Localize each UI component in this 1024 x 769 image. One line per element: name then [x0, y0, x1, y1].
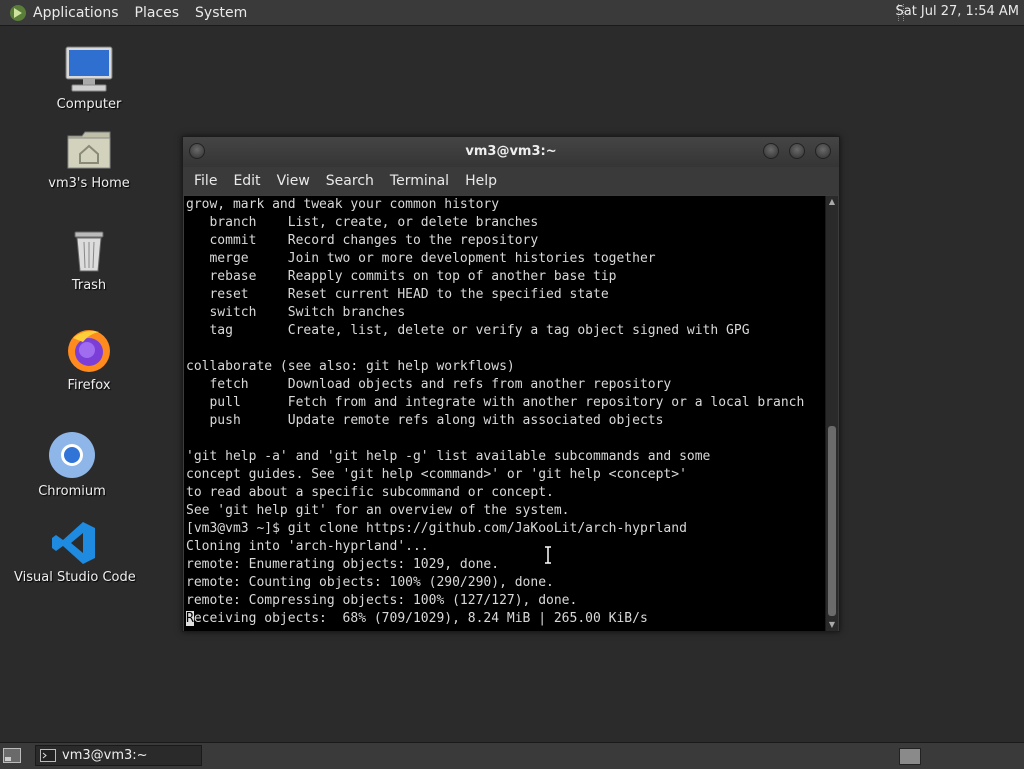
menu-terminal[interactable]: Terminal — [390, 173, 449, 189]
terminal-line: branch List, create, or delete branches — [186, 215, 539, 230]
desktop-icon-computer[interactable]: Computer — [50, 45, 128, 112]
terminal-line — [184, 430, 827, 448]
maximize-button[interactable] — [789, 143, 805, 159]
terminal-scrollbar[interactable]: ▲ ▼ — [825, 196, 838, 631]
close-button[interactable] — [815, 143, 831, 159]
terminal-line: concept guides. See 'git help <command>'… — [186, 467, 687, 482]
terminal-line — [184, 340, 827, 358]
menu-file[interactable]: File — [194, 173, 217, 189]
desktop-icon-label: Trash — [71, 278, 107, 293]
menu-help[interactable]: Help — [465, 173, 497, 189]
terminal-line: switch Switch branches — [186, 305, 406, 320]
terminal-menubar: File Edit View Search Terminal Help — [183, 167, 839, 195]
window-menu-button[interactable] — [189, 143, 205, 159]
terminal-line: collaborate (see also: git help workflow… — [186, 359, 515, 374]
terminal-line: push Update remote refs along with assoc… — [186, 413, 664, 428]
trash-icon — [74, 231, 104, 272]
vscode-icon — [52, 522, 95, 564]
desktop-icon-trash[interactable]: Trash — [50, 228, 128, 293]
terminal-line: 'git help -a' and 'git help -g' list ava… — [186, 449, 711, 464]
scroll-down-arrow-icon[interactable]: ▼ — [826, 619, 838, 631]
text-cursor: R — [186, 611, 194, 626]
ibeam-cursor-icon — [545, 546, 551, 564]
terminal-line: grow, mark and tweak your common history — [186, 197, 500, 212]
terminal-line: tag Create, list, delete or verify a tag… — [186, 323, 750, 338]
terminal-line: pull Fetch from and integrate with anoth… — [186, 395, 805, 410]
menu-edit[interactable]: Edit — [233, 173, 260, 189]
taskbar-task-label: vm3@vm3:~ — [62, 748, 148, 763]
menu-applications[interactable]: Applications — [33, 5, 119, 21]
desktop-icon-label: Chromium — [38, 484, 106, 499]
desktop-icon-label: Visual Studio Code — [14, 570, 136, 585]
terminal-line: reset Reset current HEAD to the specifie… — [186, 287, 609, 302]
desktop-icon-label: Computer — [56, 97, 122, 112]
terminal-line: to read about a specific subcommand or c… — [186, 485, 554, 500]
terminal-line: commit Record changes to the repository — [186, 233, 539, 248]
desktop-icon-chromium[interactable]: Chromium — [33, 430, 111, 499]
terminal-line: rebase Reapply commits on top of another… — [186, 269, 617, 284]
terminal-line: See 'git help git' for an overview of th… — [186, 503, 570, 518]
terminal-line-current: Receiving objects: 68% (709/1029), 8.24 … — [184, 610, 827, 628]
chromium-icon — [49, 432, 95, 478]
top-panel: Applications Places System Sat Jul 27, 1… — [0, 0, 1024, 26]
desktop-icon-label: Firefox — [67, 378, 111, 393]
scrollbar-thumb[interactable] — [828, 426, 836, 616]
scroll-up-arrow-icon[interactable]: ▲ — [826, 196, 838, 208]
menu-places[interactable]: Places — [135, 5, 180, 21]
menu-view[interactable]: View — [277, 173, 310, 189]
terminal-line: Cloning into 'arch-hyprland'... — [186, 539, 429, 554]
workspace-switcher[interactable] — [899, 748, 921, 765]
distro-logo-icon[interactable] — [9, 4, 27, 22]
minimize-button[interactable] — [763, 143, 779, 159]
progress-text: eceiving objects: 68% (709/1029), 8.24 M… — [193, 611, 648, 626]
terminal-line: remote: Enumerating objects: 1029, done. — [186, 557, 500, 572]
bottom-panel: vm3@vm3:~ — [0, 742, 1024, 769]
desktop-icon-vscode[interactable]: Visual Studio Code — [14, 520, 136, 585]
firefox-icon — [68, 330, 110, 372]
desktop-icon-firefox[interactable]: Firefox — [50, 326, 128, 393]
desktop-icon-label: vm3's Home — [48, 176, 130, 191]
menu-system[interactable]: System — [195, 5, 247, 21]
window-title: vm3@vm3:~ — [465, 144, 557, 159]
home-folder-icon — [67, 131, 111, 169]
clock[interactable]: Sat Jul 27, 1:54 AM — [895, 4, 1019, 19]
terminal-line: [vm3@vm3 ~]$ git clone https://github.co… — [186, 521, 687, 536]
terminal-window[interactable]: vm3@vm3:~ File Edit View Search Terminal… — [182, 136, 840, 632]
window-titlebar[interactable]: vm3@vm3:~ — [183, 137, 839, 167]
menu-search[interactable]: Search — [326, 173, 374, 189]
terminal-line: remote: Compressing objects: 100% (127/1… — [186, 593, 578, 608]
taskbar-terminal-button[interactable]: vm3@vm3:~ — [35, 745, 202, 766]
terminal-icon — [40, 749, 56, 762]
terminal-output[interactable]: grow, mark and tweak your common history… — [184, 196, 827, 631]
computer-icon — [65, 46, 113, 92]
show-desktop-icon[interactable] — [3, 748, 21, 763]
desktop-icon-home[interactable]: vm3's Home — [48, 128, 130, 191]
terminal-line: remote: Counting objects: 100% (290/290)… — [186, 575, 554, 590]
terminal-line: merge Join two or more development histo… — [186, 251, 656, 266]
terminal-line: fetch Download objects and refs from ano… — [186, 377, 672, 392]
